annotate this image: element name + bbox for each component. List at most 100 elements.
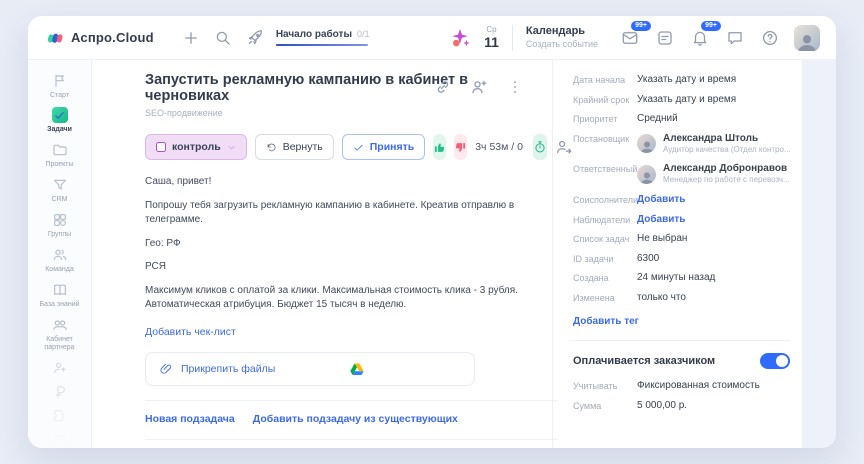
task-id-value: 6300	[637, 252, 660, 264]
start-timer-button[interactable]	[532, 134, 547, 160]
search-button[interactable]	[212, 27, 234, 49]
today-date[interactable]: Ср 11	[484, 25, 499, 50]
thumbs-up-button[interactable]	[433, 134, 447, 160]
delegate-button[interactable]	[555, 136, 573, 158]
created-value: 24 минуты назад	[637, 272, 716, 284]
add-coexecutor-link[interactable]: Добавить	[637, 194, 685, 205]
start-date-value[interactable]: Указать дату и время	[637, 74, 736, 85]
onboarding-progress[interactable]: Начало работы 0/1	[275, 29, 370, 47]
sidebar-label: Проекты	[45, 161, 74, 169]
person-up-icon	[51, 359, 68, 376]
status-dropdown[interactable]: контроль	[145, 134, 247, 160]
thumbs-up-icon	[435, 142, 445, 152]
check-icon	[354, 144, 363, 151]
detail-label: Постановщик	[573, 133, 630, 144]
assignee-avatar	[637, 165, 656, 185]
grid-icon	[51, 211, 68, 228]
sidebar-item-hidden-1[interactable]	[31, 359, 89, 376]
date-weekday: Ср	[486, 25, 497, 34]
billing-header: Оплачивается заказчиком	[573, 353, 790, 370]
detail-row-task-id: ID задачи 6300	[573, 253, 790, 264]
kebab-icon	[514, 81, 516, 93]
detail-row-assignee: Ответственный Александр Добронравов Мене…	[573, 163, 790, 185]
ai-assistant-button[interactable]	[449, 27, 471, 49]
task-list-value[interactable]: Не выбран	[637, 233, 687, 244]
sidebar-label: Команда	[45, 266, 74, 274]
accept-button[interactable]: Принять	[341, 134, 426, 160]
detail-label: Приоритет	[573, 114, 618, 124]
status-label: контроль	[172, 141, 221, 153]
task-content: Запустить рекламную кампанию в кабинет в…	[92, 60, 572, 448]
user-avatar[interactable]	[794, 24, 820, 51]
author-name: Александра Штоль	[663, 132, 759, 144]
person-arrow-icon	[556, 140, 572, 154]
copy-link-button[interactable]	[432, 76, 454, 98]
sidebar-item-knowledge-base[interactable]: База знаний	[31, 281, 89, 309]
detail-row-created: Создана 24 минуты назад	[573, 272, 790, 283]
sidebar-item-hidden-2[interactable]	[31, 383, 89, 400]
onboarding-rocket-button[interactable]	[244, 27, 266, 49]
detail-label: Крайний срок	[573, 94, 630, 105]
detail-row-priority: Приоритет Средний	[573, 113, 790, 124]
task-toolbar: контроль Вернуть Принять 3ч 53м / 0	[145, 134, 572, 160]
link-icon	[437, 81, 449, 93]
brand-logo[interactable]: Аспро.Cloud	[46, 29, 154, 47]
notes-button[interactable]	[654, 27, 676, 49]
share-access-button[interactable]	[468, 76, 490, 98]
sidebar-item-partner-cabinet[interactable]: Кабинет партнера	[31, 316, 89, 352]
sidebar-item-groups[interactable]: Группы	[31, 211, 89, 239]
google-drive-icon[interactable]	[349, 361, 365, 377]
author-person[interactable]: Александра Штоль Аудитор качества (Отдел…	[637, 133, 791, 155]
start-flag-icon	[51, 72, 68, 89]
sidebar-item-start[interactable]: Старт	[31, 72, 89, 100]
assignee-person[interactable]: Александр Добронравов Менеджер по работе…	[637, 163, 790, 185]
sidebar-item-team[interactable]: Команда	[31, 246, 89, 274]
task-project[interactable]: SEO-продвижение	[145, 108, 522, 118]
search-icon	[216, 31, 230, 45]
more-menu-button[interactable]	[504, 76, 526, 98]
add-checklist-link[interactable]: Добавить чек-лист	[145, 326, 236, 338]
billing-sum-value[interactable]: 5 000,00 р.	[637, 400, 687, 411]
return-button[interactable]: Вернуть	[254, 134, 334, 160]
priority-value[interactable]: Средний	[637, 113, 678, 124]
attach-files-label: Прикрепить файлы	[181, 362, 276, 375]
date-day: 11	[484, 34, 499, 50]
deadline-value[interactable]: Указать дату и время	[637, 94, 736, 105]
inbox-button[interactable]: 99+	[619, 20, 651, 49]
detail-row-author: Постановщик Александра Штоль Аудитор кач…	[573, 133, 791, 155]
book-icon	[51, 281, 68, 298]
chat-button[interactable]	[724, 27, 746, 49]
sidebar-item-tasks[interactable]: Задачи	[31, 107, 89, 134]
create-plus-button[interactable]	[180, 27, 202, 49]
notifications-button[interactable]: 99+	[689, 20, 721, 49]
modified-value: только что	[637, 291, 686, 303]
stopwatch-icon	[535, 141, 545, 153]
sidebar-item-crm[interactable]: CRM	[31, 176, 89, 204]
help-icon	[762, 30, 778, 45]
new-subtask-link[interactable]: Новая подзадача	[145, 413, 235, 425]
add-tag-link[interactable]: Добавить тег	[573, 316, 639, 327]
billing-account-value[interactable]: Фиксированная стоимость	[637, 380, 760, 391]
help-button[interactable]	[759, 27, 781, 49]
billing-label: Сумма	[573, 400, 602, 411]
attach-files-dropzone[interactable]: Прикрепить файлы	[145, 351, 475, 386]
onboarding-progress-bar	[275, 43, 368, 47]
sidebar-label: Старт	[49, 92, 70, 99]
sidebar-item-projects[interactable]: Проекты	[31, 141, 89, 169]
billing-row-account: Учитывать Фиксированная стоимость	[573, 380, 790, 391]
divider	[145, 438, 557, 440]
ruble-icon	[51, 383, 68, 400]
sidebar-item-hidden-3[interactable]	[31, 407, 89, 424]
undo-icon	[267, 143, 276, 151]
detail-label: Наблюдатели	[573, 214, 631, 225]
ai-sparkle-icon	[452, 28, 470, 46]
chevron-down-icon	[228, 145, 235, 149]
add-existing-subtask-link[interactable]: Добавить подзадачу из существующих	[253, 413, 458, 425]
add-watcher-link[interactable]: Добавить	[637, 214, 685, 225]
thumbs-down-button[interactable]	[454, 134, 468, 160]
inbox-icon	[622, 31, 638, 44]
sidebar-item-hidden-4[interactable]	[31, 431, 89, 448]
billing-toggle[interactable]	[760, 353, 790, 370]
calendar-widget[interactable]: Календарь Создать событие	[526, 25, 598, 50]
detail-row-start-date: Дата начала Указать дату и время	[573, 74, 790, 85]
